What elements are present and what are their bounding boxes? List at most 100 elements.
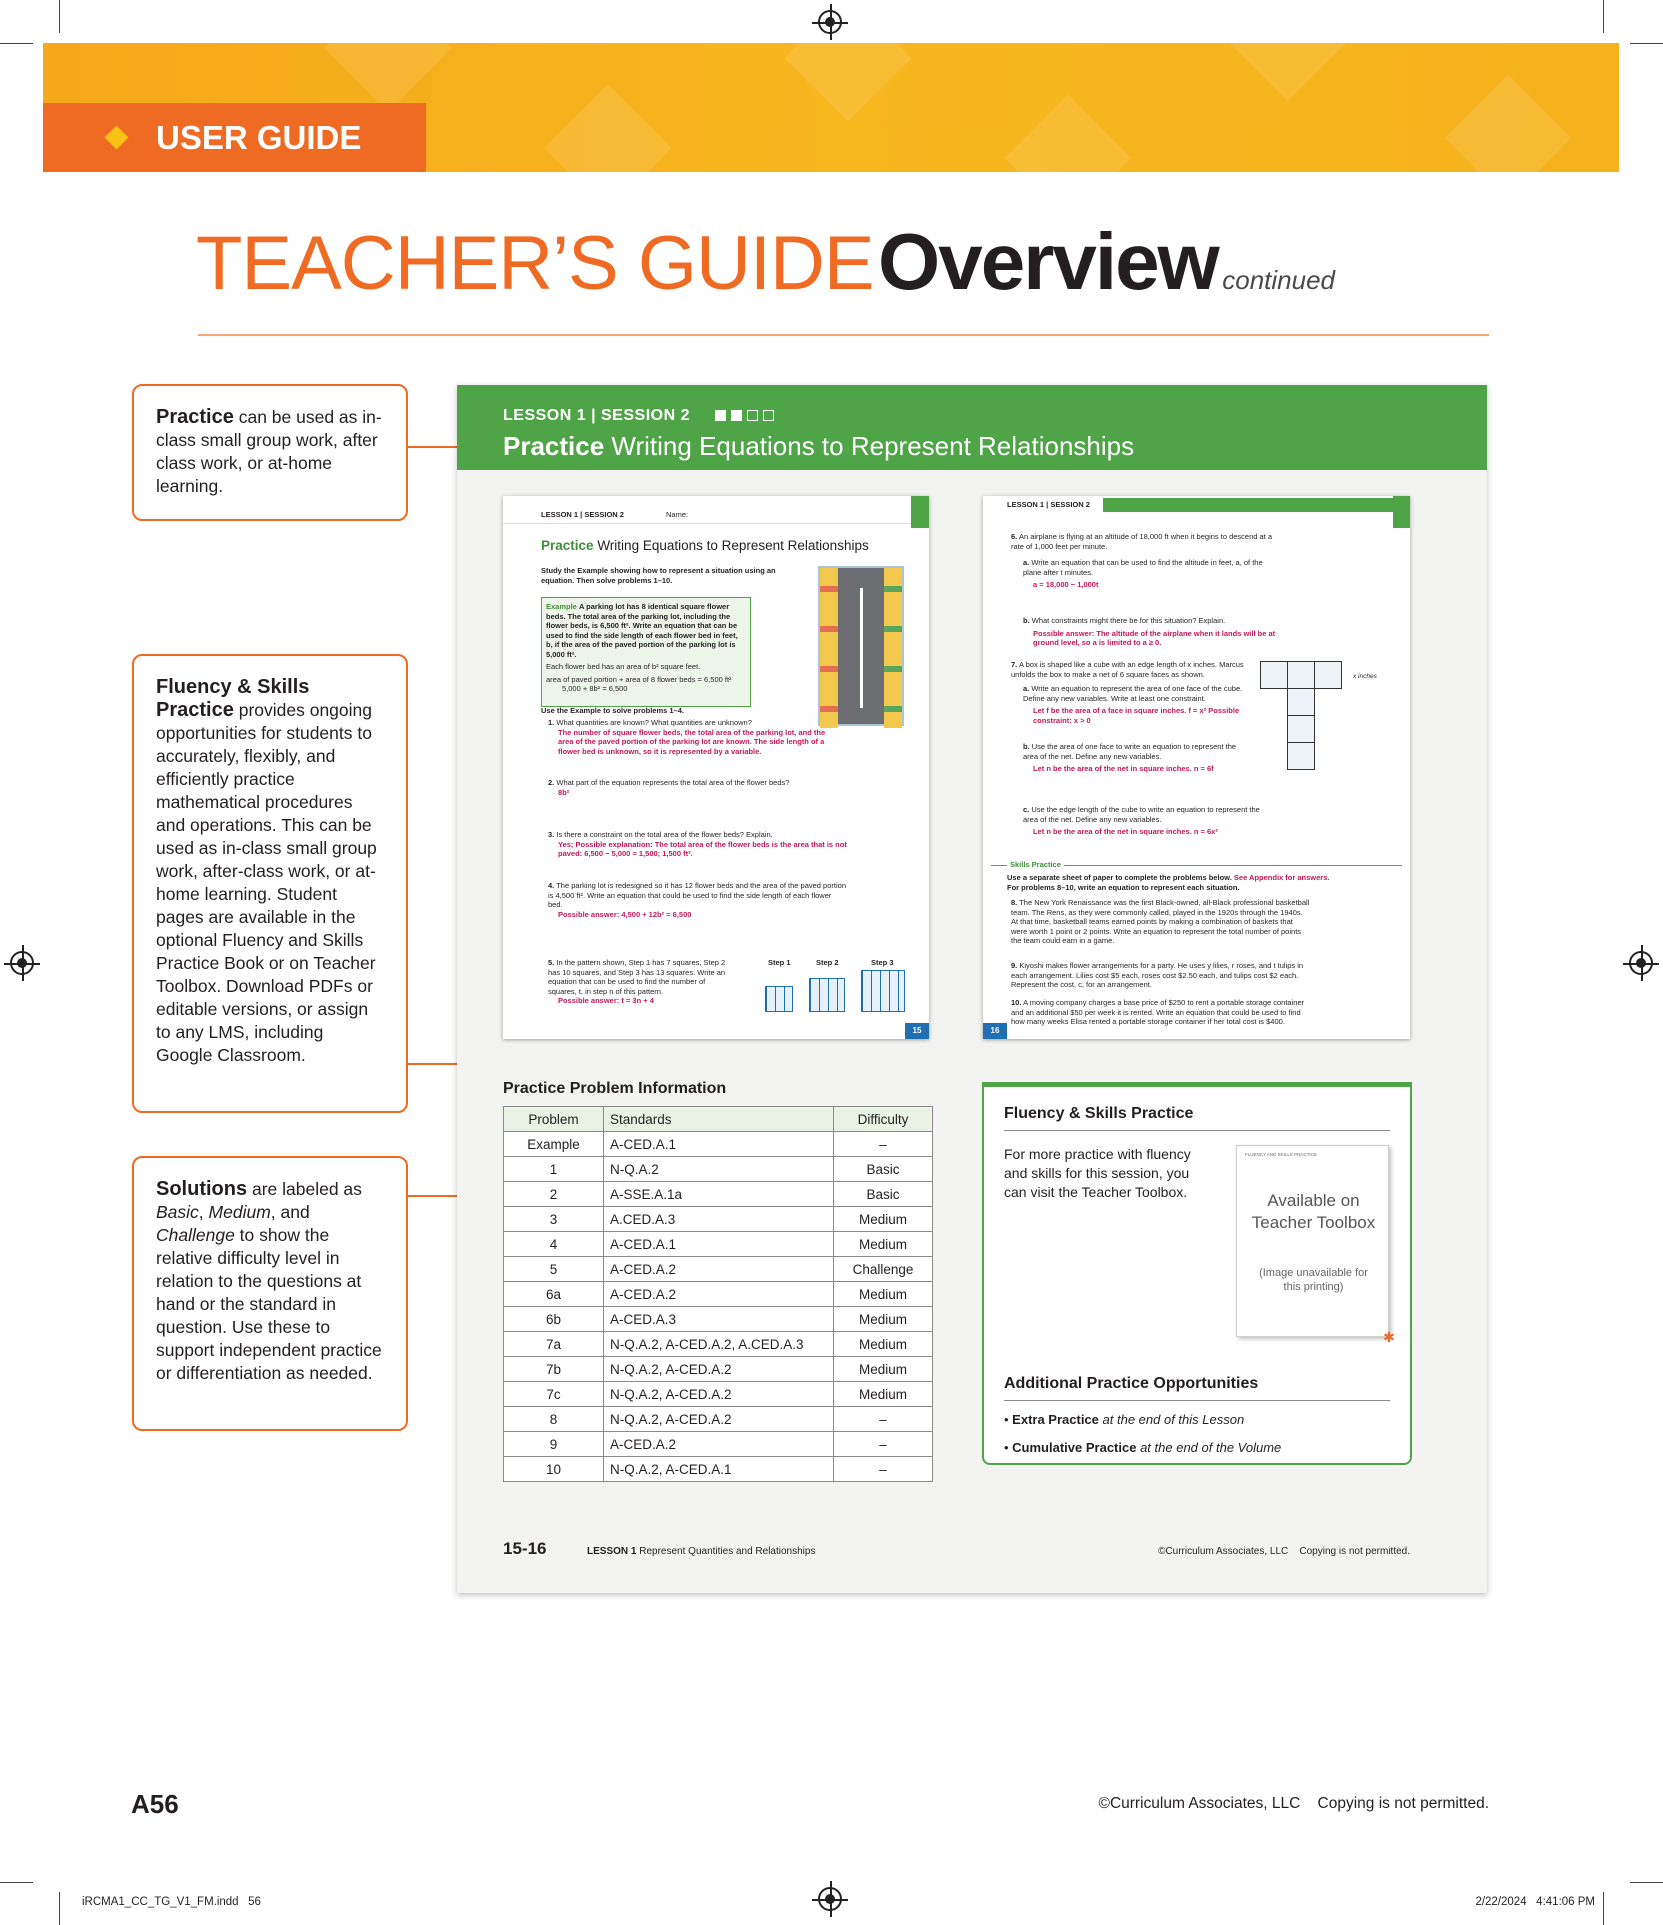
problem-number: 4. — [548, 881, 555, 890]
problem-number: 7. — [1011, 660, 1018, 669]
user-guide-tab: USER GUIDE — [43, 103, 426, 172]
student-page-15: LESSON 1 | SESSION 2 Name: Practice Writ… — [503, 496, 929, 1039]
student-page-16: LESSON 1 | SESSION 2 6. An airplane is f… — [983, 496, 1410, 1039]
practice-problem-table: Problem Standards Difficulty Example A-CE… — [503, 1106, 933, 1482]
table-cell: N-Q.A.2, A-CED.A.2 — [603, 1356, 834, 1382]
problem-number: 9. — [1011, 961, 1018, 970]
table-cell: Basic — [833, 1156, 933, 1182]
step-1-squares — [765, 986, 793, 1012]
crop-mark — [1630, 43, 1663, 44]
skills-problem-9: 9. Kiyoshi makes flower arrangements for… — [1011, 961, 1311, 990]
problem-answer: Let n be the area of the net in square i… — [1033, 764, 1214, 773]
table-cell: 5 — [503, 1256, 604, 1282]
problem-question: Use the area of one face to write an equ… — [1023, 742, 1237, 761]
table-cell: N-Q.A.2, A-CED.A.1 — [603, 1456, 834, 1482]
table-cell: 2 — [503, 1181, 604, 1207]
skills-intro-text: Use a separate sheet of paper to complet… — [1007, 873, 1232, 882]
table-cell: A-SSE.A.1a — [603, 1181, 834, 1207]
spread-lesson-footer: LESSON 1 Represent Quantities and Relati… — [587, 1546, 815, 1557]
problem-answer: Possible answer: t = 3n + 4 — [558, 996, 654, 1005]
table-row: 4 A-CED.A.1 Medium — [503, 1231, 933, 1257]
table-cell: Medium — [833, 1206, 933, 1232]
problem-question: In the pattern shown, Step 1 has 7 squar… — [548, 958, 726, 996]
table-row: 9 A-CED.A.2– — [503, 1431, 933, 1457]
thumbnail-header: FLUENCY AND SKILLS PRACTICE — [1245, 1152, 1317, 1157]
problem-7b: b. Use the area of one face to write an … — [1023, 742, 1253, 774]
page-tab — [1393, 496, 1410, 528]
use-example-text: Use the Example to solve problems 1–4. — [541, 706, 684, 715]
difficulty-challenge: Challenge — [156, 1225, 235, 1245]
problem-number: b. — [1023, 616, 1030, 625]
fluency-skills-box: Fluency & Skills Practice For more pract… — [982, 1082, 1412, 1465]
problem-question: The New York Renaissance was the first B… — [1011, 898, 1310, 945]
table-cell: 6b — [503, 1306, 604, 1332]
problem-2: 2. What part of the equation represents … — [548, 778, 838, 797]
problem-number: 1. — [548, 718, 555, 727]
session-square-icon — [746, 410, 758, 421]
problem-3: 3. Is there a constraint on the total ar… — [548, 830, 848, 859]
fsp-rule — [1004, 1130, 1390, 1131]
table-cell: A-CED.A.3 — [603, 1306, 834, 1332]
spread-title: Practice Writing Equations to Represent … — [503, 431, 1134, 462]
page-header-bar — [1103, 498, 1393, 512]
table-cell: 1 — [503, 1156, 604, 1182]
callout-practice-bold: Practice — [156, 406, 234, 428]
table-cell: A-CED.A.2 — [603, 1256, 834, 1282]
table-cell: A-CED.A.2 — [603, 1281, 834, 1307]
toolbox-thumbnail: FLUENCY AND SKILLS PRACTICE Available on… — [1236, 1145, 1395, 1344]
table-cell: N-Q.A.2, A-CED.A.2 — [603, 1406, 834, 1432]
table-row: 5 A-CED.A.2 Challenge — [503, 1256, 933, 1282]
title-suffix: continued — [1222, 265, 1335, 295]
table-cell: N-Q.A.2, A-CED.A.2 — [603, 1381, 834, 1407]
table-cell: 3 — [503, 1206, 604, 1232]
table-row: 6a A-CED.A.2 Medium — [503, 1281, 933, 1307]
additional-item-bold: Cumulative Practice — [1012, 1440, 1137, 1455]
difficulty-medium: Medium — [208, 1202, 271, 1222]
table-cell: – — [833, 1431, 933, 1457]
spread-title-rest: Writing Equations to Represent Relations… — [611, 431, 1135, 461]
problem-question: A moving company charges a base price of… — [1011, 998, 1305, 1026]
page-title: Practice Writing Equations to Represent … — [541, 538, 869, 554]
problem-answer: Possible answer: The altitude of the air… — [1033, 628, 1276, 648]
example-line: 5,000 + 8b² = 6,500 — [562, 684, 628, 693]
crop-mark — [0, 1882, 33, 1883]
fsp-title: Fluency & Skills Practice — [1004, 1105, 1194, 1122]
step-2-squares — [809, 978, 845, 1012]
skills-intro: Use a separate sheet of paper to complet… — [1007, 873, 1397, 892]
example-line: area of paved portion + area of 8 flower… — [546, 674, 732, 684]
table-row: 2 A-SSE.A.1a Basic — [503, 1181, 933, 1207]
table-row: 1 N-Q.A.2 Basic — [503, 1156, 933, 1182]
table-row: Example A-CED.A.1– — [503, 1131, 933, 1157]
registration-mark-icon — [812, 1881, 848, 1917]
title-light: TEACHER’S GUIDE — [196, 221, 875, 306]
problem-question: A box is shaped like a cube with an edge… — [1011, 660, 1244, 679]
additional-practice-rule — [1004, 1400, 1390, 1401]
table-row: 7b N-Q.A.2, A-CED.A.2 Medium — [503, 1356, 933, 1382]
problem-question: Write an equation to represent the area … — [1023, 684, 1243, 703]
table-cell: Medium — [833, 1306, 933, 1332]
table-cell: N-Q.A.2, A-CED.A.2, A.CED.A.3 — [603, 1331, 834, 1357]
lesson-session-text: LESSON 1 | SESSION 2 — [503, 407, 690, 424]
table-cell: 4 — [503, 1231, 604, 1257]
crop-mark — [59, 1892, 60, 1925]
example-line: Each flower bed has an area of b² square… — [546, 662, 701, 671]
skills-problem-8: 8. The New York Renaissance was the firs… — [1011, 898, 1311, 946]
cursor-click-icon: ✱ — [1383, 1329, 1395, 1345]
spread-copyright: ©Curriculum Associates, LLC Copying is n… — [1158, 1546, 1410, 1557]
table-cell: Medium — [833, 1356, 933, 1382]
crop-mark — [0, 43, 33, 44]
registration-mark-icon — [1623, 945, 1659, 981]
user-guide-label: USER GUIDE — [156, 118, 362, 156]
additional-item: • Extra Practice at the end of this Less… — [1004, 1412, 1245, 1427]
title-bold: Overview — [878, 217, 1220, 306]
table-row: 6b A-CED.A.3 Medium — [503, 1306, 933, 1332]
problem-6b: b. What constraints might there be for t… — [1023, 616, 1303, 648]
page-number: A56 — [131, 1789, 179, 1819]
problem-6: 6. An airplane is flying at an altitude … — [1011, 532, 1281, 551]
page-lesson-label: LESSON 1 | SESSION 2 — [541, 510, 624, 519]
page-title: TEACHER’S GUIDE Overview continued — [196, 222, 1335, 302]
callout-solutions-text: , — [198, 1202, 209, 1222]
spread-footer-lesson-text: Represent Quantities and Relationships — [639, 1546, 816, 1557]
page-lesson-label: LESSON 1 | SESSION 2 — [1007, 500, 1090, 509]
problem-question: What part of the equation represents the… — [556, 778, 790, 787]
